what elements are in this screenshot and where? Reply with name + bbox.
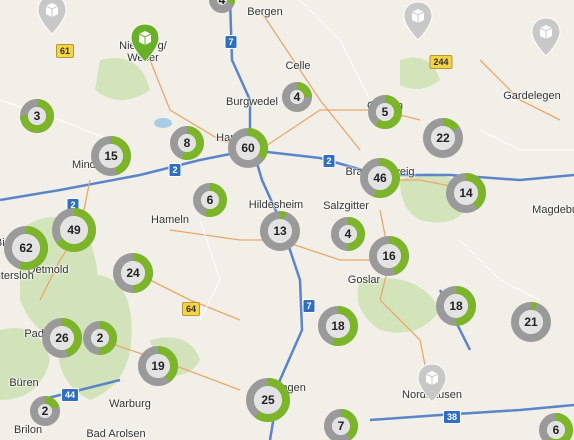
cluster-count: 14 [459,186,473,200]
cluster-count: 26 [55,331,69,345]
place-label: Büren [9,377,39,389]
cluster-count: 4 [344,227,352,241]
place-marker-icon[interactable] [417,363,447,408]
road-shield: 7 [224,35,238,49]
cluster-count: 6 [206,193,214,207]
cluster-count: 62 [19,241,33,255]
road-shield: 2 [322,154,336,168]
cluster-count: 24 [126,266,140,280]
cluster-marker[interactable]: 13 [260,211,300,251]
cluster-marker[interactable]: 6 [193,183,227,217]
cluster-count: 21 [524,315,538,329]
road-shield: 64 [181,302,201,316]
cluster-marker[interactable]: 7 [324,409,358,440]
cluster-marker[interactable]: 4 [331,217,365,251]
cluster-marker[interactable]: 6 [539,413,573,440]
cluster-count: 46 [373,171,387,185]
cluster-count: 4 [293,90,301,104]
road-shield: 61 [55,44,75,58]
place-marker-icon[interactable] [531,17,561,62]
place-label: Hameln [151,214,189,226]
cluster-count: 18 [331,319,345,333]
place-label: Bergen [247,6,283,18]
place-label: Bad Arolsen [86,428,146,440]
cluster-marker[interactable]: 4 [209,0,235,13]
map-view[interactable]: BergenNienburg/ WeserCelleBurgwedelGifho… [0,0,574,440]
cluster-count: 7 [337,419,345,433]
cluster-marker[interactable]: 60 [228,128,268,168]
place-label: Burgwedel [226,96,278,108]
place-label: Gardelegen [503,90,561,102]
cluster-count: 22 [436,131,450,145]
cluster-count: 18 [449,299,463,313]
cluster-marker[interactable]: 2 [83,321,117,355]
cluster-count: 60 [241,141,255,155]
place-marker-icon[interactable] [403,1,433,46]
cluster-marker[interactable]: 46 [360,158,400,198]
cluster-marker[interactable]: 8 [170,126,204,160]
cluster-count: 16 [382,249,396,263]
place-label: Hildesheim [248,199,304,211]
cluster-count: 8 [183,136,191,150]
cluster-count: 49 [67,223,81,237]
cluster-marker[interactable]: 3 [20,99,54,133]
cluster-count: 6 [552,423,560,437]
cluster-marker[interactable]: 2 [30,396,60,426]
cluster-count: 4 [218,0,226,7]
road-shield: 38 [442,410,462,424]
cluster-count: 19 [151,359,165,373]
cluster-marker[interactable]: 26 [42,318,82,358]
cluster-marker[interactable]: 19 [138,346,178,386]
cluster-marker[interactable]: 21 [511,302,551,342]
cluster-count: 2 [96,331,104,345]
cluster-count: 5 [381,105,389,119]
place-label: Gütersloh [0,270,34,282]
place-label: Warburg [109,398,151,410]
cluster-marker[interactable]: 18 [318,306,358,346]
cluster-marker[interactable]: 49 [52,208,96,252]
cluster-marker[interactable]: 24 [113,253,153,293]
place-marker-icon[interactable] [130,23,160,68]
cluster-marker[interactable]: 4 [282,82,312,112]
cluster-marker[interactable]: 25 [246,378,290,422]
cluster-count: 13 [273,224,287,238]
road-shield: 2 [168,163,182,177]
place-label: Salzgitter [323,200,369,212]
road-shield: 44 [60,388,80,402]
cluster-marker[interactable]: 15 [91,136,131,176]
cluster-marker[interactable]: 62 [4,226,48,270]
place-label: Magdeburg [532,204,574,216]
place-label: Celle [285,60,311,72]
cluster-count: 25 [261,393,275,407]
road-shield: 244 [429,55,453,69]
cluster-marker[interactable]: 22 [423,118,463,158]
cluster-count: 2 [41,404,49,418]
road-shield: 7 [302,299,316,313]
cluster-count: 15 [104,149,118,163]
cluster-count: 3 [33,109,41,123]
cluster-marker[interactable]: 18 [436,286,476,326]
cluster-marker[interactable]: 16 [369,236,409,276]
cluster-marker[interactable]: 5 [368,95,402,129]
place-marker-icon[interactable] [37,0,67,40]
cluster-marker[interactable]: 14 [446,173,486,213]
